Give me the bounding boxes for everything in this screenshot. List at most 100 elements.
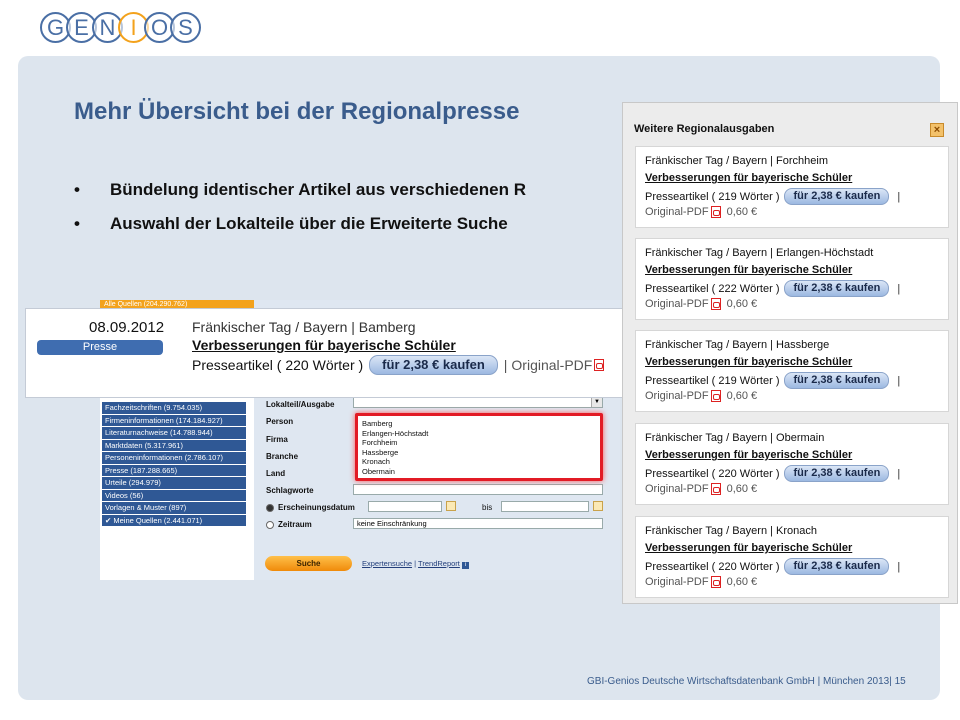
buy-button[interactable]: für 2,38 € kaufen [784,280,890,297]
nav-item[interactable]: Presse (187.288.665) [102,464,246,476]
calendar-icon[interactable] [593,501,603,511]
edition-original-row: Original-PDF 0,60 € [645,576,757,588]
slide-title: Mehr Übersicht bei der Regionalpresse [74,98,520,125]
link-separator: | [414,559,417,568]
field-label-schlagworte: Schlagworte [266,486,314,495]
zeitraum-select[interactable]: keine Einschränkung [353,518,603,529]
field-label-branche: Branche [266,452,299,461]
edition-original-row: Original-PDF 0,60 € [645,206,757,218]
edition-title-link[interactable]: Verbesserungen für bayerische Schüler [645,172,852,184]
edition-source: Fränkischer Tag / Bayern | Kronach [645,525,818,537]
calendar-icon[interactable] [446,501,456,511]
field-label-person: Person [266,417,294,426]
original-pdf-label: Original-PDF [645,206,709,218]
field-label-land: Land [266,469,286,478]
edition-meta-row: Presseartikel ( 219 Wörter ) für 2,38 € k… [645,188,900,205]
edition-card: Fränkischer Tag / Bayern | Forchheim Ver… [635,146,949,228]
nav-item[interactable]: Marktdaten (5.317.961) [102,439,246,451]
regional-editions-popup: Weitere Regionalausgaben × Fränkischer T… [622,102,958,604]
edition-title-link[interactable]: Verbesserungen für bayerische Schüler [645,264,852,276]
date-to-input[interactable] [501,501,589,512]
edition-card: Fränkischer Tag / Bayern | Erlangen-Höch… [635,238,949,320]
nav-item[interactable]: Literaturnachweise (14.788.944) [102,427,246,439]
edition-title-link[interactable]: Verbesserungen für bayerische Schüler [645,449,852,461]
listbox-option[interactable]: Hassberge [362,448,596,458]
result-meta-row: Presseartikel ( 220 Wörter ) für 2,38 € … [192,355,605,375]
pdf-icon[interactable] [710,206,721,218]
pdf-icon[interactable] [594,359,605,371]
listbox-option[interactable]: Bamberg [362,419,596,429]
listbox-option[interactable]: Forchheim [362,438,596,448]
buy-button[interactable]: für 2,38 € kaufen [784,558,890,575]
edition-title-link[interactable]: Verbesserungen für bayerische Schüler [645,356,852,368]
pdf-price: 0,60 € [726,390,758,402]
close-icon[interactable]: × [930,123,944,137]
original-pdf-label: Original-PDF [645,483,709,495]
bullet-item: • Auswahl der Lokalteile über die Erweite… [74,214,508,233]
search-links: Expertensuche | TrendReport i [362,559,469,569]
lokalteil-listbox[interactable]: Bamberg Erlangen-Höchstadt Forchheim Has… [355,413,603,481]
edition-card: Fränkischer Tag / Bayern | Hassberge Ver… [635,330,949,412]
edition-meta: Presseartikel ( 219 Wörter ) [645,374,780,387]
result-source: Fränkischer Tag / Bayern | Bamberg [192,319,416,335]
result-date: 08.09.2012 [89,319,165,336]
popup-heading: Weitere Regionalausgaben [634,123,775,135]
field-label-lokalteil: Lokalteil/Ausgabe [266,400,335,409]
original-pdf-label: Original-PDF [645,298,709,310]
schlagworte-input[interactable] [353,484,603,495]
edition-meta: Presseartikel ( 222 Wörter ) [645,282,780,295]
edition-source: Fränkischer Tag / Bayern | Hassberge [645,339,830,351]
bullet-item: • Bündelung identischer Artikel aus versc… [74,180,526,199]
source-nav: Fachzeitschriften (9.754.035) Firmeninfo… [102,402,246,527]
edition-meta: Presseartikel ( 219 Wörter ) [645,190,780,203]
separator: | [897,374,901,387]
bullet-text: Bündelung identischer Artikel aus versch… [110,180,526,199]
buy-button[interactable]: für 2,38 € kaufen [784,188,890,205]
date-from-input[interactable] [368,501,442,512]
radio-circle-icon[interactable] [266,520,274,529]
nav-item-label: Meine Quellen (2.441.071) [113,515,203,525]
edition-title-link[interactable]: Verbesserungen für bayerische Schüler [645,542,852,554]
radio-erscheinungsdatum[interactable]: Erscheinungsdatum [266,503,355,512]
pdf-price: 0,60 € [726,576,758,588]
result-title-link[interactable]: Verbesserungen für bayerische Schüler [192,337,456,353]
search-button[interactable]: Suche [265,556,352,571]
separator: | [897,560,901,573]
buy-button[interactable]: für 2,38 € kaufen [369,355,498,375]
edition-source: Fränkischer Tag / Bayern | Erlangen-Höch… [645,247,874,259]
original-pdf-label: Original-PDF [645,576,709,588]
listbox-option[interactable]: Obermain [362,467,596,477]
listbox-option[interactable]: Erlangen-Höchstadt [362,429,596,439]
trendreport-link[interactable]: TrendReport [418,559,460,568]
radio-circle-icon[interactable] [266,503,274,512]
edition-meta-row: Presseartikel ( 220 Wörter ) für 2,38 € k… [645,465,900,482]
nav-item[interactable]: Firmeninformationen (174.184.927) [102,414,246,426]
buy-button[interactable]: für 2,38 € kaufen [784,372,890,389]
dropdown-arrow-icon[interactable]: ▼ [591,398,602,407]
pdf-icon[interactable] [710,298,721,310]
info-icon[interactable]: i [461,562,469,569]
edition-original-row: Original-PDF 0,60 € [645,483,757,495]
pdf-icon[interactable] [710,576,721,588]
nav-item[interactable]: Vorlagen & Muster (897) [102,502,246,514]
pdf-price: 0,60 € [726,483,758,495]
nav-item-my-sources[interactable]: ✔ Meine Quellen (2.441.071) [102,514,246,526]
pdf-icon[interactable] [710,390,721,402]
edition-meta-row: Presseartikel ( 220 Wörter ) für 2,38 € k… [645,558,900,575]
separator: | [897,190,901,203]
nav-item[interactable]: Videos (56) [102,489,246,501]
listbox-option[interactable]: Kronach [362,457,596,467]
nav-item[interactable]: Fachzeitschriften (9.754.035) [102,402,246,414]
pdf-price: 0,60 € [726,206,758,218]
nav-item[interactable]: Personeninformationen (2.786.107) [102,452,246,464]
pdf-icon[interactable] [710,483,721,495]
radio-zeitraum[interactable]: Zeitraum [266,520,312,529]
zeitraum-value: keine Einschränkung [357,519,427,528]
radio-label: Zeitraum [278,520,312,529]
edition-source: Fränkischer Tag / Bayern | Obermain [645,432,825,444]
nav-item[interactable]: Urteile (294.979) [102,477,246,489]
buy-button[interactable]: für 2,38 € kaufen [784,465,890,482]
lokalteil-select[interactable]: ▼ [353,397,603,408]
expert-search-link[interactable]: Expertensuche [362,559,412,568]
edition-card: Fränkischer Tag / Bayern | Kronach Verbe… [635,516,949,598]
